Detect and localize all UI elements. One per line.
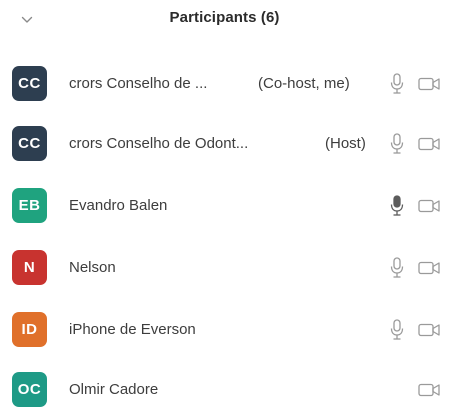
participant-row[interactable]: CC crors Conselho de ... (Co-host, me) (0, 54, 449, 114)
avatar: OC (12, 372, 47, 407)
video-camera-icon[interactable] (418, 382, 442, 398)
video-camera-icon[interactable] (418, 136, 442, 152)
participant-name: crors Conselho de ... (69, 75, 208, 92)
participant-name: Olmir Cadore (69, 381, 159, 398)
participant-row[interactable]: OC Olmir Cadore (0, 360, 449, 420)
participant-row[interactable]: ID iPhone de Everson (0, 300, 449, 360)
video-camera-icon[interactable] (418, 322, 442, 338)
participant-name: Evandro Balen (69, 197, 168, 214)
avatar: ID (12, 312, 47, 347)
avatar: N (12, 250, 47, 285)
participant-role: (Host) (325, 135, 366, 152)
avatar: EB (12, 188, 47, 223)
participant-name: Nelson (69, 259, 116, 276)
mic-muted-icon[interactable] (388, 132, 406, 156)
avatar: CC (12, 66, 47, 101)
participant-name: crors Conselho de Odont... (69, 135, 249, 152)
mic-muted-icon[interactable] (388, 72, 406, 96)
panel-title: Participants (6) (169, 9, 280, 26)
mic-active-icon[interactable] (388, 194, 406, 218)
participant-row[interactable]: CC crors Conselho de Odont... (Host) (0, 114, 449, 174)
mic-muted-icon[interactable] (388, 318, 406, 342)
participant-name: iPhone de Everson (69, 321, 196, 338)
video-camera-icon[interactable] (418, 198, 442, 214)
avatar: CC (12, 126, 47, 161)
mic-muted-icon[interactable] (388, 256, 406, 280)
video-camera-icon[interactable] (418, 76, 442, 92)
participant-role: (Co-host, me) (258, 75, 350, 92)
participant-row[interactable]: N Nelson (0, 238, 449, 298)
video-camera-icon[interactable] (418, 260, 442, 276)
participants-panel: Participants (6) CC crors Conselho de ..… (0, 0, 449, 418)
participants-header: Participants (6) (0, 0, 449, 40)
participant-row[interactable]: EB Evandro Balen (0, 176, 449, 236)
